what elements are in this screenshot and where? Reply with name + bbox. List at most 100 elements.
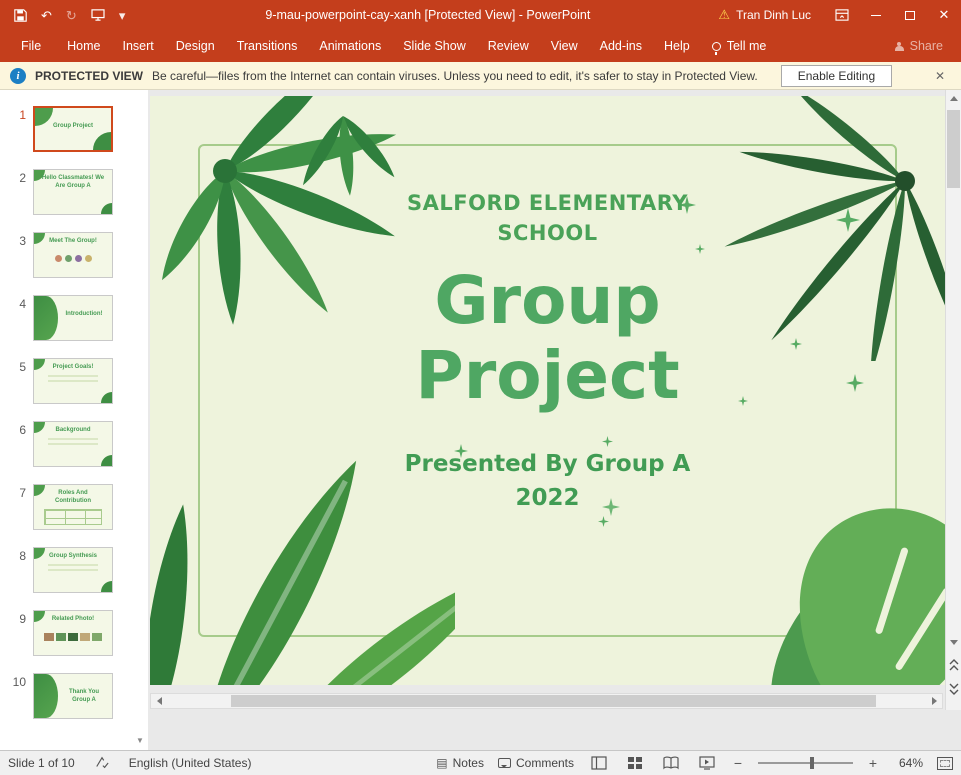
maximize-button[interactable] <box>893 0 927 30</box>
tab-file[interactable]: File <box>6 30 56 62</box>
thumbnail-slide-7[interactable]: 7 Roles And Contribution <box>10 484 148 530</box>
powerpoint-window: ↶ ↻ ▾ 9-mau-powerpoint-cay-xanh [Protect… <box>0 0 961 775</box>
next-slide-button[interactable] <box>946 678 961 700</box>
thumbnail-scroll-down-icon[interactable]: ▼ <box>134 734 146 746</box>
zoom-slider-thumb[interactable] <box>810 757 814 769</box>
normal-view-button[interactable] <box>588 754 610 772</box>
ribbon-display-options-icon[interactable] <box>825 0 859 30</box>
slide-indicator[interactable]: Slide 1 of 10 <box>8 756 75 770</box>
leaf-photo <box>34 674 58 718</box>
redo-icon[interactable]: ↻ <box>66 9 77 22</box>
tab-insert[interactable]: Insert <box>112 30 165 62</box>
thumbnail-number: 2 <box>10 171 26 185</box>
previous-slide-button[interactable] <box>946 654 961 676</box>
notes-label: Notes <box>453 756 484 770</box>
leaf-photo <box>34 296 58 340</box>
thumbnail-number: 10 <box>10 675 26 689</box>
zoom-level[interactable]: 64% <box>893 756 923 770</box>
text-line <box>48 564 98 566</box>
tab-design[interactable]: Design <box>165 30 226 62</box>
window-title: 9-mau-powerpoint-cay-xanh [Protected Vie… <box>137 8 718 22</box>
protected-view-message: Be careful—files from the Internet can c… <box>152 69 758 83</box>
tell-me-box[interactable]: Tell me <box>701 39 778 53</box>
photo-strip <box>34 628 112 646</box>
status-right: ▤ Notes Comments − + 64% <box>436 754 953 772</box>
thumbnail-slide-10[interactable]: 10 Thank You Group A <box>10 673 148 719</box>
leaf-decoration <box>101 392 112 403</box>
protected-bar-close-icon[interactable]: ✕ <box>929 69 951 83</box>
horizontal-scrollbar[interactable] <box>150 693 943 709</box>
thumbnail-title: Background <box>34 427 112 435</box>
leaf-decoration <box>93 132 111 150</box>
thumbnail-preview: Hello Classmates! We Are Group A <box>33 169 113 215</box>
tab-home[interactable]: Home <box>56 30 111 62</box>
maximize-icon <box>905 11 915 20</box>
slide-1[interactable]: SALFORD ELEMENTARY SCHOOL Group Project … <box>150 96 945 685</box>
vertical-scrollbar[interactable] <box>945 90 961 710</box>
fit-slide-to-window-button[interactable] <box>937 757 953 770</box>
thumbnail-slide-4[interactable]: 4 Introduction! <box>10 295 148 341</box>
tab-add-ins[interactable]: Add-ins <box>589 30 653 62</box>
thumbnail-slide-8[interactable]: 8 Group Synthesis <box>10 547 148 593</box>
reading-view-button[interactable] <box>660 754 682 772</box>
thumbnail-preview: Background <box>33 421 113 467</box>
thumbnail-title: Group Synthesis <box>34 553 112 561</box>
start-slideshow-icon[interactable] <box>91 9 105 21</box>
save-icon[interactable] <box>14 9 27 22</box>
tab-slide-show[interactable]: Slide Show <box>392 30 477 62</box>
tab-transitions[interactable]: Transitions <box>226 30 309 62</box>
thumbnail-number: 8 <box>10 549 26 563</box>
user-name[interactable]: Tran Dinh Luc <box>736 8 811 22</box>
close-button[interactable]: ✕ <box>927 0 961 30</box>
thumbnail-number: 1 <box>10 108 26 122</box>
slide-sorter-view-button[interactable] <box>624 754 646 772</box>
leaf-decoration <box>101 581 112 592</box>
thumbnail-slide-9[interactable]: 9 Related Photo! <box>10 610 148 656</box>
scroll-down-icon[interactable] <box>946 634 961 650</box>
share-button[interactable]: Share <box>895 39 961 53</box>
text-line <box>48 375 98 377</box>
scroll-left-icon[interactable] <box>151 694 167 708</box>
vertical-scrollbar-thumb[interactable] <box>947 110 960 188</box>
tab-help[interactable]: Help <box>653 30 701 62</box>
thumbnail-slide-3[interactable]: 3 Meet The Group! <box>10 232 148 278</box>
undo-icon[interactable]: ↶ <box>41 9 52 22</box>
notes-icon: ▤ <box>436 756 447 770</box>
qat-customize-icon[interactable]: ▾ <box>119 9 126 22</box>
scroll-up-icon[interactable] <box>946 90 961 106</box>
spell-check-icon[interactable] <box>95 756 109 770</box>
thumbnail-slide-1[interactable]: 1 Group Project <box>10 106 148 152</box>
thumbnail-slide-2[interactable]: 2 Hello Classmates! We Are Group A <box>10 169 148 215</box>
thumbnail-preview: Group Synthesis <box>33 547 113 593</box>
protected-view-bar: i PROTECTED VIEW Be careful—files from t… <box>0 62 961 90</box>
thumbnail-title: Thank You Group A <box>56 689 112 705</box>
comments-icon <box>498 758 511 768</box>
zoom-slider[interactable] <box>758 762 853 764</box>
minimize-icon <box>871 15 881 16</box>
comments-button[interactable]: Comments <box>498 756 574 770</box>
language-indicator[interactable]: English (United States) <box>129 756 252 770</box>
slide-title: Group Project <box>358 263 738 413</box>
zoom-out-button[interactable]: − <box>732 755 744 771</box>
horizontal-scrollbar-thumb[interactable] <box>231 695 876 707</box>
thumbnail-number: 4 <box>10 297 26 311</box>
tab-view[interactable]: View <box>540 30 589 62</box>
slide-show-view-button[interactable] <box>696 754 718 772</box>
thumbnail-slide-6[interactable]: 6 Background <box>10 421 148 467</box>
slide-thumbnail-panel: 1 Group Project 2 Hello Classmates! We A… <box>0 90 148 750</box>
leaf-decoration <box>101 455 112 466</box>
enable-editing-button[interactable]: Enable Editing <box>781 65 892 87</box>
tab-review[interactable]: Review <box>477 30 540 62</box>
text-line <box>48 380 98 382</box>
notes-button[interactable]: ▤ Notes <box>436 756 484 770</box>
titlebar-right: ⚠ Tran Dinh Luc ✕ <box>718 0 961 30</box>
text-line <box>48 569 98 571</box>
minimize-button[interactable] <box>859 0 893 30</box>
thumbnail-slide-5[interactable]: 5 Project Goals! <box>10 358 148 404</box>
thumbnail-preview: Related Photo! <box>33 610 113 656</box>
scroll-right-icon[interactable] <box>926 694 942 708</box>
tab-animations[interactable]: Animations <box>308 30 392 62</box>
thumbnail-number: 3 <box>10 234 26 248</box>
share-person-icon <box>895 42 904 51</box>
zoom-in-button[interactable]: + <box>867 755 879 771</box>
